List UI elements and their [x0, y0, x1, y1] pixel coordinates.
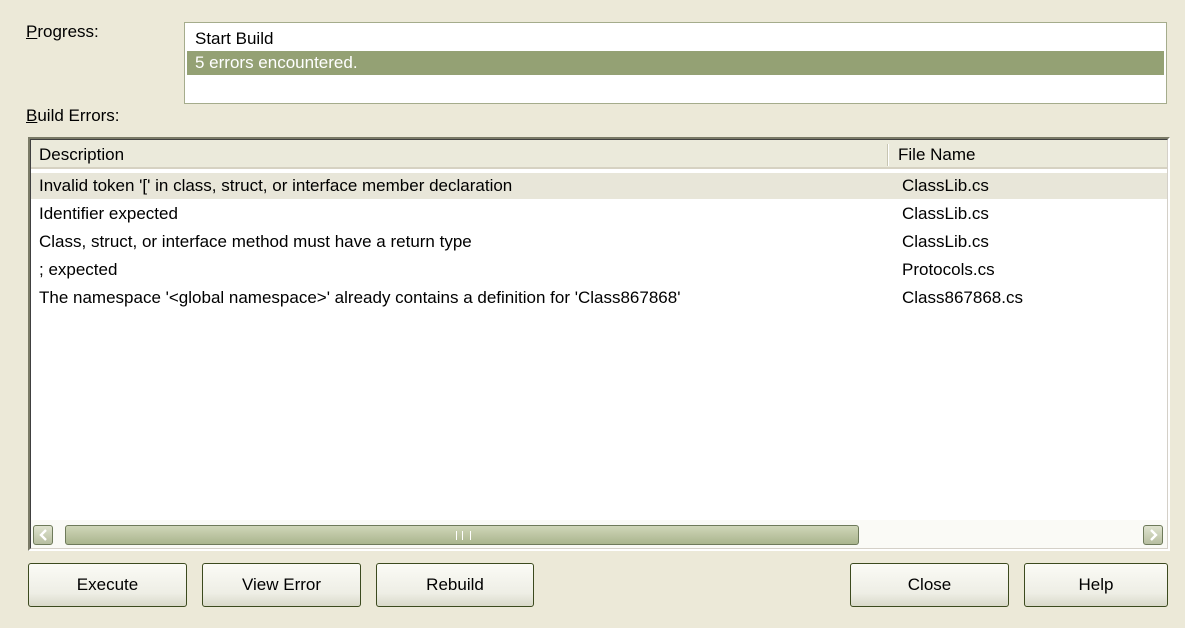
table-row[interactable]: Invalid token '[' in class, struct, or i… — [31, 173, 1167, 199]
column-header-description[interactable]: Description — [31, 140, 890, 169]
scrollbar-thumb[interactable] — [65, 525, 859, 545]
progress-line-errors: 5 errors encountered. — [187, 51, 1164, 75]
error-description: Identifier expected — [39, 204, 178, 223]
error-file-name: ClassLib.cs — [902, 176, 989, 195]
help-button[interactable]: Help — [1024, 563, 1168, 607]
table-row[interactable]: ; expected Protocols.cs — [31, 257, 1167, 283]
column-header-file-name[interactable]: File Name — [890, 140, 1167, 169]
table-row[interactable]: Class, struct, or interface method must … — [31, 229, 1167, 255]
build-errors-list[interactable]: Description File Name Invalid token '[' … — [28, 137, 1170, 551]
error-description: ; expected — [39, 260, 118, 279]
error-file-name: ClassLib.cs — [902, 204, 989, 223]
error-file-name: Protocols.cs — [902, 260, 995, 279]
arrow-right-icon[interactable] — [1143, 525, 1163, 545]
error-description: Class, struct, or interface method must … — [39, 232, 472, 251]
close-button[interactable]: Close — [850, 563, 1009, 607]
error-description: Invalid token '[' in class, struct, or i… — [39, 176, 513, 195]
error-file-name: ClassLib.cs — [902, 232, 989, 251]
error-description: The namespace '<global namespace>' alrea… — [39, 288, 681, 307]
progress-line-start: Start Build — [195, 29, 274, 48]
horizontal-scrollbar[interactable] — [31, 520, 1167, 548]
progress-label: Progress: — [26, 22, 99, 41]
arrow-left-icon[interactable] — [33, 525, 53, 545]
rebuild-button[interactable]: Rebuild — [376, 563, 534, 607]
build-errors-label: Build Errors: — [26, 106, 120, 125]
error-file-name: Class867868.cs — [902, 288, 1023, 307]
execute-button[interactable]: Execute — [28, 563, 187, 607]
view-error-button[interactable]: View Error — [202, 563, 361, 607]
progress-box[interactable]: Start Build 5 errors encountered. — [184, 22, 1167, 104]
table-row[interactable]: The namespace '<global namespace>' alrea… — [31, 285, 1167, 311]
table-row[interactable]: Identifier expected ClassLib.cs — [31, 201, 1167, 227]
